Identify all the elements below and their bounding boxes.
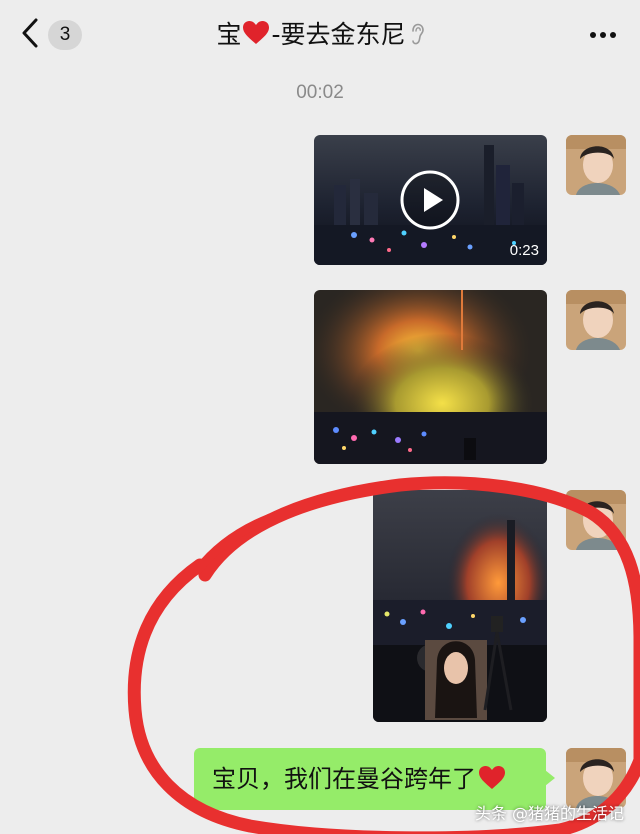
fireworks-photo-image — [373, 490, 547, 722]
chat-title: 宝 -要去金东尼 — [0, 18, 640, 52]
fireworks-image — [314, 290, 547, 464]
chat-header: 3 宝 -要去金东尼 — [0, 0, 640, 70]
chat-timestamp: 00:02 — [296, 82, 344, 103]
more-dots-icon[interactable] — [588, 30, 618, 40]
watermark: 头条 @猪猪的生活记 — [474, 804, 624, 823]
avatar[interactable] — [566, 748, 626, 808]
image-message[interactable] — [373, 490, 547, 722]
avatar[interactable] — [566, 135, 626, 195]
message-text: 宝贝，我们在曼谷跨年了 — [212, 748, 506, 810]
video-message[interactable]: 0:23 — [314, 135, 547, 265]
video-duration: 0:23 — [509, 242, 539, 259]
red-heart-icon — [243, 21, 270, 44]
message-text-content: 宝贝，我们在曼谷跨年了 — [212, 765, 476, 793]
red-heart-icon — [479, 766, 505, 789]
chat-title-prefix: 宝 — [216, 20, 242, 49]
play-icon[interactable] — [400, 170, 460, 230]
avatar[interactable] — [566, 490, 626, 550]
ear-icon — [411, 23, 424, 45]
chat-title-suffix: -要去金东尼 — [271, 20, 406, 49]
image-message[interactable] — [314, 290, 547, 464]
avatar[interactable] — [566, 290, 626, 350]
bubble-tail — [545, 770, 555, 786]
